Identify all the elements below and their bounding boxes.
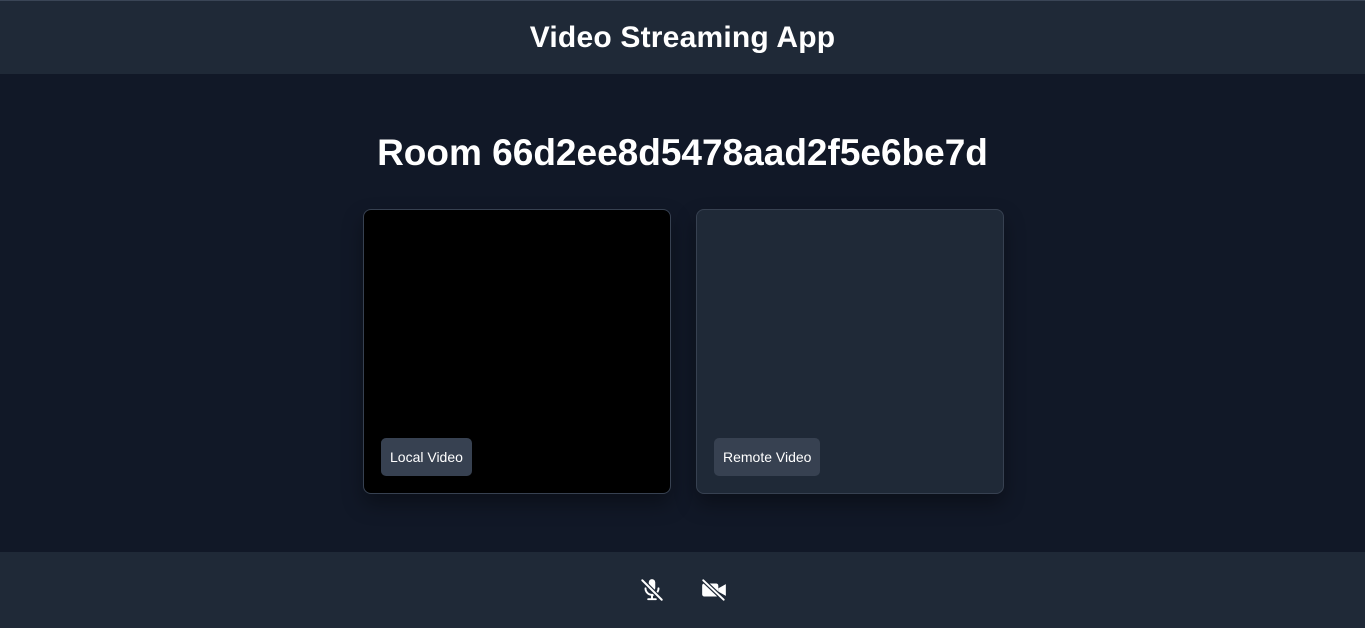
app-header: Video Streaming App xyxy=(0,0,1365,74)
remote-video: Remote Video xyxy=(696,209,1004,494)
video-slash-icon xyxy=(700,577,728,603)
room-title: Room 66d2ee8d5478aad2f5e6be7d xyxy=(377,132,988,173)
local-video-label: Local Video xyxy=(381,438,472,476)
toggle-mic-button[interactable] xyxy=(635,573,669,607)
local-video: Local Video xyxy=(363,209,671,494)
microphone-slash-icon xyxy=(639,577,665,603)
control-bar xyxy=(0,552,1365,628)
toggle-camera-button[interactable] xyxy=(697,573,731,607)
main-content: Room 66d2ee8d5478aad2f5e6be7d Local Vide… xyxy=(0,74,1365,552)
remote-video-label: Remote Video xyxy=(714,438,821,476)
app-title: Video Streaming App xyxy=(529,20,836,54)
